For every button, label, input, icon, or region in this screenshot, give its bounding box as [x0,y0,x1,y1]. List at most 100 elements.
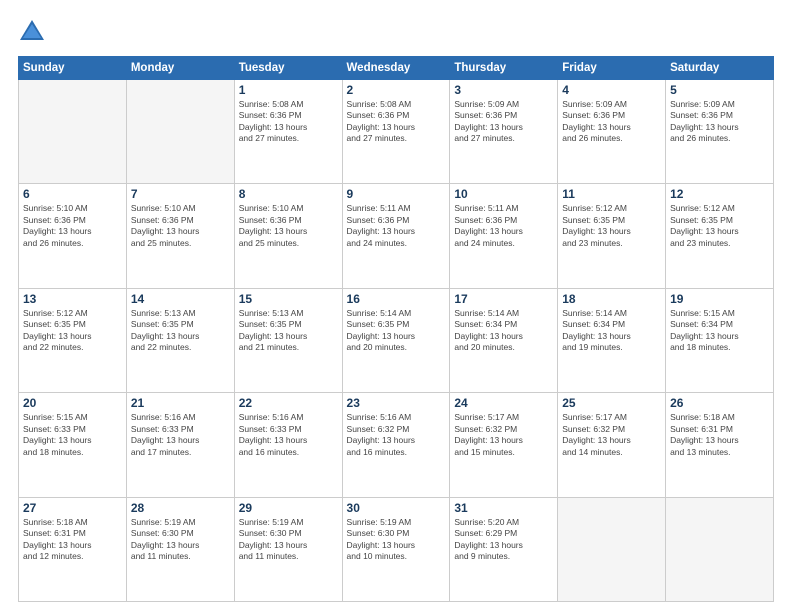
weekday-header-row: SundayMondayTuesdayWednesdayThursdayFrid… [19,57,774,80]
header [18,18,774,46]
calendar-cell: 7 Sunrise: 5:10 AM Sunset: 6:36 PM Daylig… [126,184,234,288]
day-number: 5 [670,83,769,97]
calendar-cell: 30 Sunrise: 5:19 AM Sunset: 6:30 PM Dayli… [342,497,450,601]
calendar-cell: 29Sunrise: 5:19 AM Sunset: 6:30 PM Dayli… [234,497,342,601]
cell-info: Sunrise: 5:09 AM Sunset: 6:36 PM Dayligh… [670,99,769,145]
cell-info: Sunrise: 5:11 AM Sunset: 6:36 PM Dayligh… [454,203,553,249]
calendar-cell: 25 Sunrise: 5:17 AM Sunset: 6:32 PM Dayli… [558,393,666,497]
cell-info: Sunrise: 5:12 AM Sunset: 6:35 PM Dayligh… [562,203,661,249]
calendar-cell: 18 Sunrise: 5:14 AM Sunset: 6:34 PM Dayli… [558,288,666,392]
day-number: 16 [347,292,446,306]
cell-info: Sunrise: 5:19 AM Sunset: 6:30 PM Dayligh… [131,517,230,563]
calendar-cell: 21 Sunrise: 5:16 AM Sunset: 6:33 PM Dayli… [126,393,234,497]
calendar-cell: 11 Sunrise: 5:12 AM Sunset: 6:35 PM Dayli… [558,184,666,288]
cell-info: Sunrise: 5:14 AM Sunset: 6:34 PM Dayligh… [454,308,553,354]
day-number: 10 [454,187,553,201]
day-number: 7 [131,187,230,201]
cell-info: Sunrise: 5:16 AM Sunset: 6:33 PM Dayligh… [239,412,338,458]
calendar-cell: 14 Sunrise: 5:13 AM Sunset: 6:35 PM Dayli… [126,288,234,392]
cell-info: Sunrise: 5:11 AM Sunset: 6:36 PM Dayligh… [347,203,446,249]
calendar-cell: 24Sunrise: 5:17 AM Sunset: 6:32 PM Dayli… [450,393,558,497]
cell-info: Sunrise: 5:14 AM Sunset: 6:35 PM Dayligh… [347,308,446,354]
calendar-cell: 23Sunrise: 5:16 AM Sunset: 6:32 PM Dayli… [342,393,450,497]
cell-info: Sunrise: 5:19 AM Sunset: 6:30 PM Dayligh… [239,517,338,563]
day-number: 14 [131,292,230,306]
cell-info: Sunrise: 5:12 AM Sunset: 6:35 PM Dayligh… [670,203,769,249]
calendar-cell [558,497,666,601]
cell-info: Sunrise: 5:16 AM Sunset: 6:33 PM Dayligh… [131,412,230,458]
cell-info: Sunrise: 5:14 AM Sunset: 6:34 PM Dayligh… [562,308,661,354]
calendar-cell: 15 Sunrise: 5:13 AM Sunset: 6:35 PM Dayli… [234,288,342,392]
day-number: 15 [239,292,338,306]
day-number: 26 [670,396,769,410]
cell-info: Sunrise: 5:10 AM Sunset: 6:36 PM Dayligh… [131,203,230,249]
weekday-header-sunday: Sunday [19,57,127,80]
cell-info: Sunrise: 5:18 AM Sunset: 6:31 PM Dayligh… [670,412,769,458]
weekday-header-tuesday: Tuesday [234,57,342,80]
cell-info: Sunrise: 5:09 AM Sunset: 6:36 PM Dayligh… [454,99,553,145]
week-row-4: 27Sunrise: 5:18 AM Sunset: 6:31 PM Dayli… [19,497,774,601]
day-number: 20 [23,396,122,410]
cell-info: Sunrise: 5:13 AM Sunset: 6:35 PM Dayligh… [239,308,338,354]
calendar-cell: 8 Sunrise: 5:10 AM Sunset: 6:36 PM Daylig… [234,184,342,288]
day-number: 11 [562,187,661,201]
day-number: 19 [670,292,769,306]
calendar-cell [19,80,127,184]
day-number: 4 [562,83,661,97]
logo-icon [18,18,46,46]
calendar-cell: 5 Sunrise: 5:09 AM Sunset: 6:36 PM Daylig… [666,80,774,184]
week-row-2: 13 Sunrise: 5:12 AM Sunset: 6:35 PM Dayli… [19,288,774,392]
calendar-cell: 13 Sunrise: 5:12 AM Sunset: 6:35 PM Dayli… [19,288,127,392]
day-number: 13 [23,292,122,306]
weekday-header-friday: Friday [558,57,666,80]
page: SundayMondayTuesdayWednesdayThursdayFrid… [0,0,792,612]
calendar-cell: 2Sunrise: 5:08 AM Sunset: 6:36 PM Daylig… [342,80,450,184]
calendar-cell: 10 Sunrise: 5:11 AM Sunset: 6:36 PM Dayli… [450,184,558,288]
day-number: 3 [454,83,553,97]
day-number: 18 [562,292,661,306]
calendar-body: 1Sunrise: 5:08 AM Sunset: 6:36 PM Daylig… [19,80,774,602]
day-number: 25 [562,396,661,410]
calendar-cell: 28 Sunrise: 5:19 AM Sunset: 6:30 PM Dayli… [126,497,234,601]
weekday-header-saturday: Saturday [666,57,774,80]
logo [18,18,50,46]
calendar-cell: 12 Sunrise: 5:12 AM Sunset: 6:35 PM Dayli… [666,184,774,288]
day-number: 21 [131,396,230,410]
weekday-header-thursday: Thursday [450,57,558,80]
calendar-cell: 26 Sunrise: 5:18 AM Sunset: 6:31 PM Dayli… [666,393,774,497]
calendar-cell: 4 Sunrise: 5:09 AM Sunset: 6:36 PM Daylig… [558,80,666,184]
weekday-header-monday: Monday [126,57,234,80]
day-number: 12 [670,187,769,201]
calendar-cell: 1Sunrise: 5:08 AM Sunset: 6:36 PM Daylig… [234,80,342,184]
cell-info: Sunrise: 5:15 AM Sunset: 6:34 PM Dayligh… [670,308,769,354]
calendar-cell: 9Sunrise: 5:11 AM Sunset: 6:36 PM Daylig… [342,184,450,288]
calendar-cell: 6 Sunrise: 5:10 AM Sunset: 6:36 PM Daylig… [19,184,127,288]
day-number: 17 [454,292,553,306]
day-number: 1 [239,83,338,97]
calendar-cell: 27Sunrise: 5:18 AM Sunset: 6:31 PM Dayli… [19,497,127,601]
weekday-header-wednesday: Wednesday [342,57,450,80]
day-number: 8 [239,187,338,201]
day-number: 6 [23,187,122,201]
calendar-cell: 16 Sunrise: 5:14 AM Sunset: 6:35 PM Dayli… [342,288,450,392]
day-number: 31 [454,501,553,515]
day-number: 30 [347,501,446,515]
cell-info: Sunrise: 5:17 AM Sunset: 6:32 PM Dayligh… [562,412,661,458]
cell-info: Sunrise: 5:18 AM Sunset: 6:31 PM Dayligh… [23,517,122,563]
calendar-cell: 22Sunrise: 5:16 AM Sunset: 6:33 PM Dayli… [234,393,342,497]
calendar-cell: 19 Sunrise: 5:15 AM Sunset: 6:34 PM Dayli… [666,288,774,392]
cell-info: Sunrise: 5:19 AM Sunset: 6:30 PM Dayligh… [347,517,446,563]
week-row-3: 20Sunrise: 5:15 AM Sunset: 6:33 PM Dayli… [19,393,774,497]
cell-info: Sunrise: 5:09 AM Sunset: 6:36 PM Dayligh… [562,99,661,145]
day-number: 2 [347,83,446,97]
cell-info: Sunrise: 5:12 AM Sunset: 6:35 PM Dayligh… [23,308,122,354]
day-number: 28 [131,501,230,515]
calendar-cell: 17 Sunrise: 5:14 AM Sunset: 6:34 PM Dayli… [450,288,558,392]
calendar-cell: 31 Sunrise: 5:20 AM Sunset: 6:29 PM Dayli… [450,497,558,601]
cell-info: Sunrise: 5:20 AM Sunset: 6:29 PM Dayligh… [454,517,553,563]
week-row-1: 6 Sunrise: 5:10 AM Sunset: 6:36 PM Daylig… [19,184,774,288]
cell-info: Sunrise: 5:10 AM Sunset: 6:36 PM Dayligh… [239,203,338,249]
cell-info: Sunrise: 5:13 AM Sunset: 6:35 PM Dayligh… [131,308,230,354]
day-number: 23 [347,396,446,410]
cell-info: Sunrise: 5:10 AM Sunset: 6:36 PM Dayligh… [23,203,122,249]
